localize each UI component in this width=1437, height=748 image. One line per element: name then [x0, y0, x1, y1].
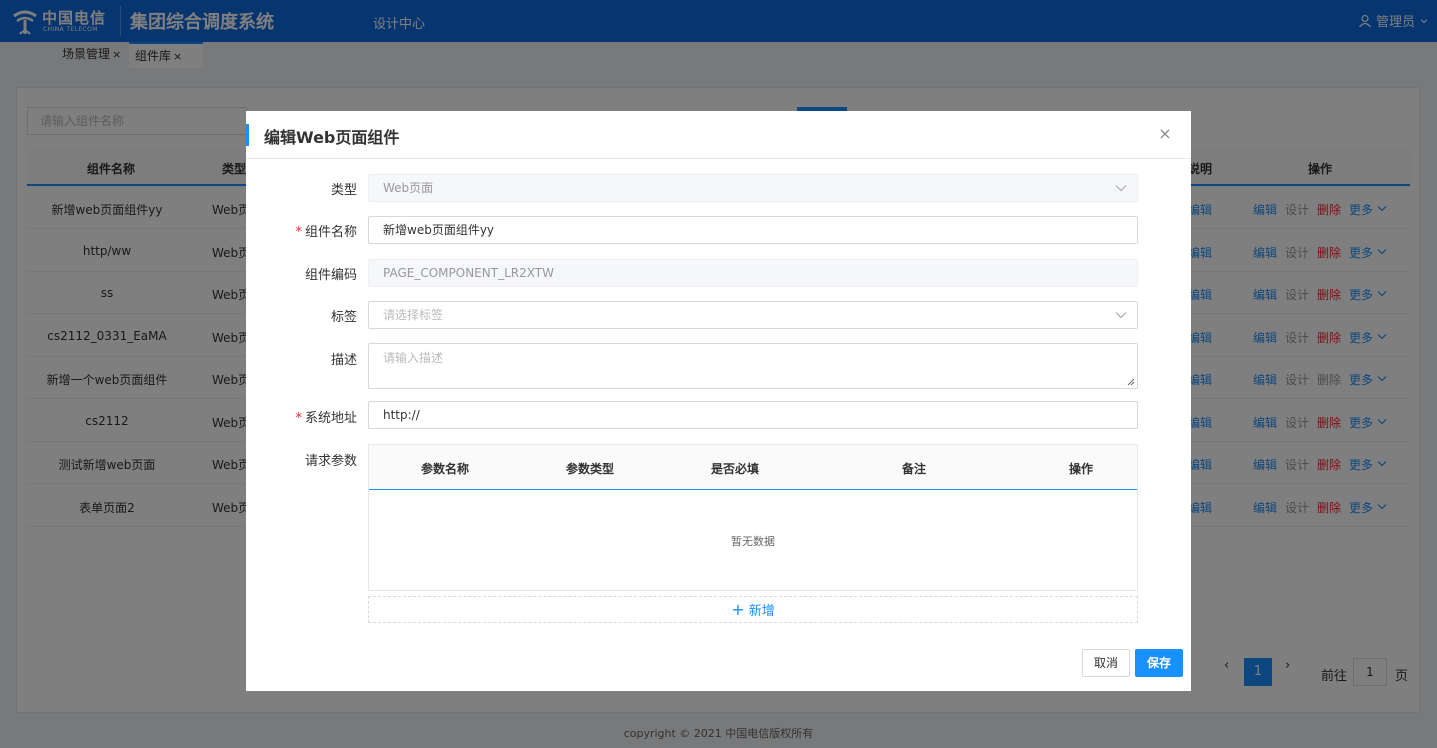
save-button[interactable]: 保存: [1135, 649, 1184, 677]
tag-select[interactable]: 请选择标签: [368, 301, 1138, 329]
request-params-table: 参数名称 参数类型 是否必填 备注 操作 暂无数据: [368, 444, 1138, 591]
dialog-header: 编辑Web页面组件 ×: [246, 111, 1191, 159]
cancel-button[interactable]: 取消: [1082, 649, 1131, 677]
tag-label: 标签: [330, 310, 357, 325]
component-name-input[interactable]: 新增web页面组件yy: [368, 216, 1138, 244]
empty-text: 暂无数据: [731, 535, 775, 548]
type-select[interactable]: Web页面: [368, 174, 1138, 202]
add-label: 新增: [748, 604, 775, 619]
code-label: 组件编码: [304, 268, 357, 283]
chevron-down-icon: [1115, 185, 1127, 192]
type-label: 类型: [330, 183, 357, 198]
params-column-type: 参数类型: [566, 462, 615, 476]
params-column-remark: 备注: [902, 462, 927, 476]
params-column-ops: 操作: [1069, 462, 1094, 476]
edit-web-component-dialog: 编辑Web页面组件 × 类型 Web页面 * 组件名称 新增web页面组件yy 组…: [246, 111, 1191, 691]
params-table-header: 参数名称 参数类型 是否必填 备注 操作: [369, 445, 1137, 490]
required-mark: *: [295, 225, 302, 240]
resize-handle-icon[interactable]: [1127, 378, 1135, 386]
plus-icon: +: [731, 600, 745, 619]
type-value: Web页面: [383, 181, 434, 195]
tag-placeholder: 请选择标签: [383, 308, 444, 322]
description-textarea[interactable]: 请输入描述: [368, 343, 1138, 389]
required-mark: *: [295, 411, 302, 426]
params-column-required: 是否必填: [711, 462, 760, 476]
chevron-down-icon: [1115, 312, 1127, 319]
close-icon[interactable]: ×: [1157, 126, 1173, 142]
url-label: * 系统地址: [295, 411, 357, 426]
desc-placeholder: 请输入描述: [383, 351, 444, 365]
params-column-name: 参数名称: [421, 462, 470, 476]
dialog-title: 编辑Web页面组件: [264, 128, 400, 147]
desc-label: 描述: [330, 353, 357, 368]
params-label: 请求参数: [304, 454, 357, 469]
component-code-input[interactable]: PAGE_COMPONENT_LR2XTW: [368, 259, 1138, 287]
name-label: * 组件名称: [295, 225, 357, 240]
system-url-input[interactable]: http://: [368, 401, 1138, 429]
add-param-button[interactable]: + 新增: [368, 596, 1138, 623]
